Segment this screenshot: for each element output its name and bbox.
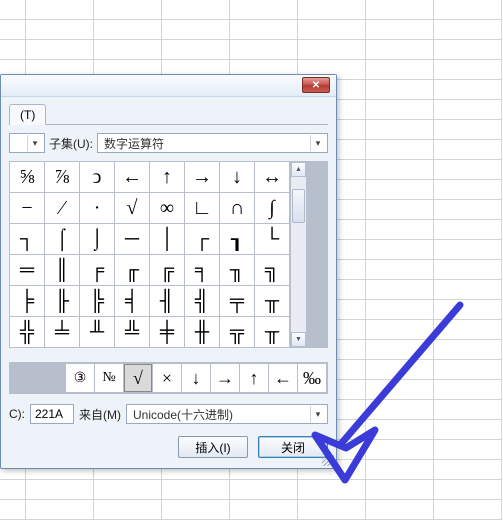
- dialog-titlebar[interactable]: ✕: [1, 75, 336, 97]
- symbol-cell[interactable]: ⌠: [45, 224, 79, 254]
- char-code-label: C):: [9, 407, 25, 421]
- symbol-cell[interactable]: ─: [115, 224, 149, 254]
- symbol-cell[interactable]: ╢: [150, 286, 184, 316]
- char-code-input[interactable]: 221A: [30, 404, 74, 424]
- tab-special[interactable]: (T): [9, 104, 46, 125]
- chevron-down-icon: [310, 406, 325, 422]
- symbol-cell[interactable]: ⌡: [80, 224, 114, 254]
- symbol-cell[interactable]: └: [255, 224, 289, 254]
- symbol-cell[interactable]: ╟: [45, 286, 79, 316]
- scroll-thumb[interactable]: [292, 189, 305, 223]
- symbol-cell[interactable]: │: [150, 224, 184, 254]
- symbol-grid: ⅝⅞ↄ←↑→↓↔▲▼−∕∙√∞∟∩∫┐⌠⌡─│┌┒└═║╒╓╔╕╖╗╞╟╠╡╢╣…: [9, 161, 328, 348]
- symbol-cell[interactable]: ∙: [80, 193, 114, 223]
- symbol-cell[interactable]: ╫: [185, 317, 219, 347]
- tab-strip: (T): [9, 103, 328, 125]
- recent-symbols: ③№√×↓→↑←‰: [9, 362, 328, 394]
- symbol-cell[interactable]: ∞: [150, 193, 184, 223]
- symbol-cell[interactable]: ╗: [255, 255, 289, 285]
- symbol-cell[interactable]: ╬: [10, 317, 44, 347]
- symbol-cell[interactable]: ∫: [255, 193, 289, 223]
- close-button[interactable]: 关闭: [258, 436, 328, 458]
- symbol-dialog: ✕ (T) 子集(U): 数字运算符 ⅝⅞ↄ←↑→↓↔▲▼−∕∙√∞∟∩∫┐⌠⌡…: [0, 74, 337, 469]
- recent-symbol[interactable]: ‰: [298, 364, 326, 392]
- symbol-cell[interactable]: ↄ: [80, 162, 114, 192]
- subset-label: 子集(U):: [49, 135, 93, 152]
- recent-symbol[interactable]: №: [95, 364, 123, 392]
- chevron-down-icon: [310, 135, 325, 151]
- symbol-cell[interactable]: ╩: [115, 317, 149, 347]
- symbol-cell[interactable]: →: [185, 162, 219, 192]
- symbol-cell[interactable]: ╨: [80, 317, 114, 347]
- recent-symbol[interactable]: ←: [269, 364, 297, 392]
- symbol-cell[interactable]: ←: [115, 162, 149, 192]
- symbol-cell[interactable]: ╒: [80, 255, 114, 285]
- recent-symbol[interactable]: ↓: [182, 364, 210, 392]
- symbol-cell[interactable]: ↔: [255, 162, 289, 192]
- symbol-cell[interactable]: ↑: [150, 162, 184, 192]
- symbol-cell[interactable]: ╣: [185, 286, 219, 316]
- symbol-cell[interactable]: ╕: [185, 255, 219, 285]
- symbol-cell[interactable]: ╪: [150, 317, 184, 347]
- symbol-cell[interactable]: ║: [45, 255, 79, 285]
- from-label: 来自(M): [79, 406, 121, 423]
- symbol-cell[interactable]: ╠: [80, 286, 114, 316]
- resize-grip-icon[interactable]: [322, 454, 334, 466]
- symbol-cell[interactable]: −: [10, 193, 44, 223]
- symbol-cell[interactable]: ∕: [45, 193, 79, 223]
- symbol-cell[interactable]: √: [115, 193, 149, 223]
- symbol-cell[interactable]: ╞: [10, 286, 44, 316]
- symbol-grid-scrollbar[interactable]: ▲▼: [290, 162, 306, 347]
- scroll-down-icon[interactable]: ▼: [291, 332, 306, 347]
- symbol-cell[interactable]: ┒: [220, 224, 254, 254]
- recent-symbol[interactable]: ×: [153, 364, 181, 392]
- scroll-up-icon[interactable]: ▲: [291, 162, 306, 177]
- insert-button[interactable]: 插入(I): [178, 436, 248, 458]
- symbol-cell[interactable]: ╖: [220, 255, 254, 285]
- symbol-cell[interactable]: ┌: [185, 224, 219, 254]
- subset-combo[interactable]: 数字运算符: [97, 133, 328, 153]
- symbol-cell[interactable]: ↓: [220, 162, 254, 192]
- from-combo[interactable]: Unicode(十六进制): [126, 404, 328, 424]
- symbol-cell[interactable]: ╡: [115, 286, 149, 316]
- symbol-cell[interactable]: ╤: [220, 286, 254, 316]
- symbol-cell[interactable]: ⅞: [45, 162, 79, 192]
- symbol-cell[interactable]: ⅝: [10, 162, 44, 192]
- recent-symbol[interactable]: →: [211, 364, 239, 392]
- font-combo[interactable]: [9, 133, 45, 153]
- symbol-cell[interactable]: ∟: [185, 193, 219, 223]
- close-icon[interactable]: ✕: [302, 77, 330, 93]
- symbol-cell[interactable]: ═: [10, 255, 44, 285]
- symbol-cell[interactable]: ╥: [255, 317, 289, 347]
- chevron-down-icon: [27, 135, 42, 151]
- recent-symbol[interactable]: √: [124, 364, 152, 392]
- symbol-cell[interactable]: ╔: [150, 255, 184, 285]
- symbol-cell[interactable]: ╥: [255, 286, 289, 316]
- recent-symbol[interactable]: ↑: [240, 364, 268, 392]
- symbol-cell[interactable]: ╦: [220, 317, 254, 347]
- symbol-cell[interactable]: ╧: [45, 317, 79, 347]
- symbol-cell[interactable]: ┐: [10, 224, 44, 254]
- symbol-cell[interactable]: ∩: [220, 193, 254, 223]
- symbol-cell[interactable]: ╓: [115, 255, 149, 285]
- recent-symbol[interactable]: ③: [66, 364, 94, 392]
